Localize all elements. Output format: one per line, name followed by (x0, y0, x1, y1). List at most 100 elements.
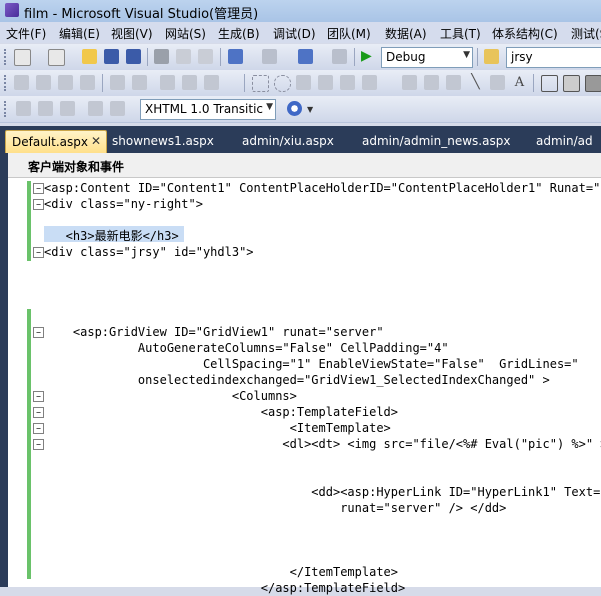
table-icon[interactable] (36, 75, 51, 90)
code-line[interactable]: <dl><dt> <img src="file/<%# Eval("pic") … (44, 436, 601, 452)
comment-icon[interactable] (88, 101, 103, 116)
document-tabs: Default.aspx ✕ shownews1.aspx admin/xiu.… (0, 126, 601, 153)
code-line[interactable]: onselectedindexchanged="GridView1_Select… (44, 372, 550, 388)
find-in-files-icon[interactable] (484, 49, 499, 64)
code-line[interactable]: <asp:TemplateField> (44, 404, 398, 420)
fill-icon[interactable] (340, 75, 355, 90)
arc-icon[interactable] (490, 75, 505, 90)
menu-view[interactable]: 视图(V) (111, 25, 153, 42)
menu-website[interactable]: 网站(S) (165, 25, 206, 42)
menu-edit[interactable]: 编辑(E) (59, 25, 100, 42)
layout-icon[interactable] (204, 75, 219, 90)
toolbar-grip[interactable] (4, 75, 9, 91)
code-line[interactable]: <ItemTemplate> (44, 420, 391, 436)
chevron-down-icon[interactable]: ▼ (307, 105, 315, 114)
grid-icon[interactable] (182, 75, 197, 90)
navigate-forward-icon[interactable] (332, 49, 347, 64)
zoom-icon[interactable] (362, 75, 377, 90)
menu-data[interactable]: 数据(A) (385, 25, 427, 42)
navigate-backward-icon[interactable] (298, 49, 313, 64)
code-line[interactable]: runat="server" /> </dd> (44, 500, 506, 516)
sql-icon[interactable] (58, 75, 73, 90)
rectangle-select-icon[interactable] (252, 75, 269, 92)
code-line[interactable]: </asp:TemplateField> (44, 580, 406, 596)
query-icon[interactable] (80, 75, 95, 90)
toolbar-grip[interactable] (4, 49, 9, 65)
text-tool-icon[interactable]: A (512, 75, 527, 90)
start-debugging-icon[interactable]: ▶ (361, 49, 376, 64)
menu-debug[interactable]: 调试(D) (273, 25, 316, 42)
filled-rectangle-icon[interactable] (563, 75, 580, 92)
new-project-icon[interactable] (14, 49, 31, 66)
brush-icon[interactable] (402, 75, 417, 90)
collapse-toggle[interactable]: − (33, 199, 44, 210)
code-line[interactable]: <dd><asp:HyperLink ID="HyperLink1" Text=… (44, 484, 601, 500)
collapse-toggle[interactable]: − (33, 183, 44, 194)
tab-label: admin/xiu.aspx (242, 134, 334, 148)
client-objects-events-label[interactable]: 客户端对象和事件 (28, 158, 124, 175)
save-all-icon[interactable] (126, 49, 141, 64)
menu-file[interactable]: 文件(F) (6, 25, 46, 42)
separator (244, 74, 245, 92)
add-item-icon[interactable] (48, 49, 65, 66)
tab-admin-news-aspx[interactable]: admin/admin_news.aspx (356, 130, 516, 152)
code-line[interactable]: <h3>最新电影</h3> (44, 228, 179, 244)
open-file-icon[interactable] (82, 49, 97, 64)
menu-bar: 文件(F) 编辑(E) 视图(V) 网站(S) 生成(B) 调试(D) 团队(M… (0, 22, 601, 43)
line-icon[interactable]: ╲ (468, 75, 483, 90)
code-line[interactable]: <asp:Content ID="Content1" ContentPlaceH… (44, 180, 601, 196)
copy-icon[interactable] (176, 49, 191, 64)
tab-label: admin/admin_news.aspx (362, 134, 511, 148)
uncomment-icon[interactable] (110, 101, 125, 116)
menu-build[interactable]: 生成(B) (218, 25, 260, 42)
collapse-toggle[interactable]: − (33, 423, 44, 434)
design-view-icon[interactable] (14, 75, 29, 90)
airbrush-icon[interactable] (424, 75, 439, 90)
paste-icon[interactable] (198, 49, 213, 64)
ellipse-select-icon[interactable] (274, 75, 291, 92)
tab-shownews1-aspx[interactable]: shownews1.aspx (106, 130, 216, 152)
tab-admin-ad[interactable]: admin/ad (530, 130, 601, 152)
code-line[interactable]: <asp:GridView ID="GridView1" runat="serv… (44, 324, 384, 340)
tab-default-aspx[interactable]: Default.aspx ✕ (5, 130, 107, 153)
collapse-toggle[interactable]: − (33, 407, 44, 418)
undo-icon[interactable] (228, 49, 243, 64)
solution-configuration-select[interactable]: Debug ▼ (381, 47, 473, 68)
cut-icon[interactable] (154, 49, 169, 64)
menu-architecture[interactable]: 体系结构(C) (492, 25, 558, 42)
tab-admin-xiu-aspx[interactable]: admin/xiu.aspx (236, 130, 336, 152)
outdent-icon[interactable] (60, 101, 75, 116)
collapse-toggle[interactable]: − (33, 247, 44, 258)
code-line[interactable]: </ItemTemplate> (44, 564, 398, 580)
collapse-toggle[interactable]: − (33, 439, 44, 450)
menu-test[interactable]: 测试(S) (571, 25, 601, 42)
rectangle-icon[interactable] (541, 75, 558, 92)
find-input[interactable]: jrsy (506, 47, 601, 68)
collapse-toggle[interactable]: − (33, 391, 44, 402)
code-line[interactable]: <div class="jrsy" id="yhdl3"> (44, 244, 254, 260)
formatting-toolbar: ╲ A (0, 70, 601, 97)
align-icon[interactable] (160, 75, 175, 90)
collapse-toggle[interactable]: − (33, 327, 44, 338)
pencil-icon[interactable] (296, 75, 311, 90)
editor-navigation-bar: 客户端对象和事件 (8, 153, 601, 178)
curve-icon[interactable] (446, 75, 461, 90)
check-accessibility-icon[interactable] (287, 101, 302, 116)
code-line[interactable]: <div class="ny-right"> (44, 196, 203, 212)
code-line[interactable]: CellSpacing="1" EnableViewState="False" … (44, 356, 579, 372)
exclamation-icon[interactable] (110, 75, 125, 90)
eyedropper-icon[interactable] (318, 75, 333, 90)
code-line[interactable]: AutoGenerateColumns="False" CellPadding=… (44, 340, 449, 356)
format-document-icon[interactable] (16, 101, 31, 116)
save-icon[interactable] (104, 49, 119, 64)
code-line[interactable]: <Columns> (44, 388, 297, 404)
indent-icon[interactable] (38, 101, 53, 116)
menu-tools[interactable]: 工具(T) (440, 25, 481, 42)
target-schema-select[interactable]: XHTML 1.0 Transitic ▼ (140, 99, 276, 120)
close-icon[interactable]: ✕ (91, 134, 101, 148)
menu-team[interactable]: 团队(M) (327, 25, 371, 42)
redo-icon[interactable] (262, 49, 277, 64)
toolbar-grip[interactable] (4, 101, 9, 117)
solid-rectangle-icon[interactable] (585, 75, 601, 92)
sql-verify-icon[interactable] (132, 75, 147, 90)
